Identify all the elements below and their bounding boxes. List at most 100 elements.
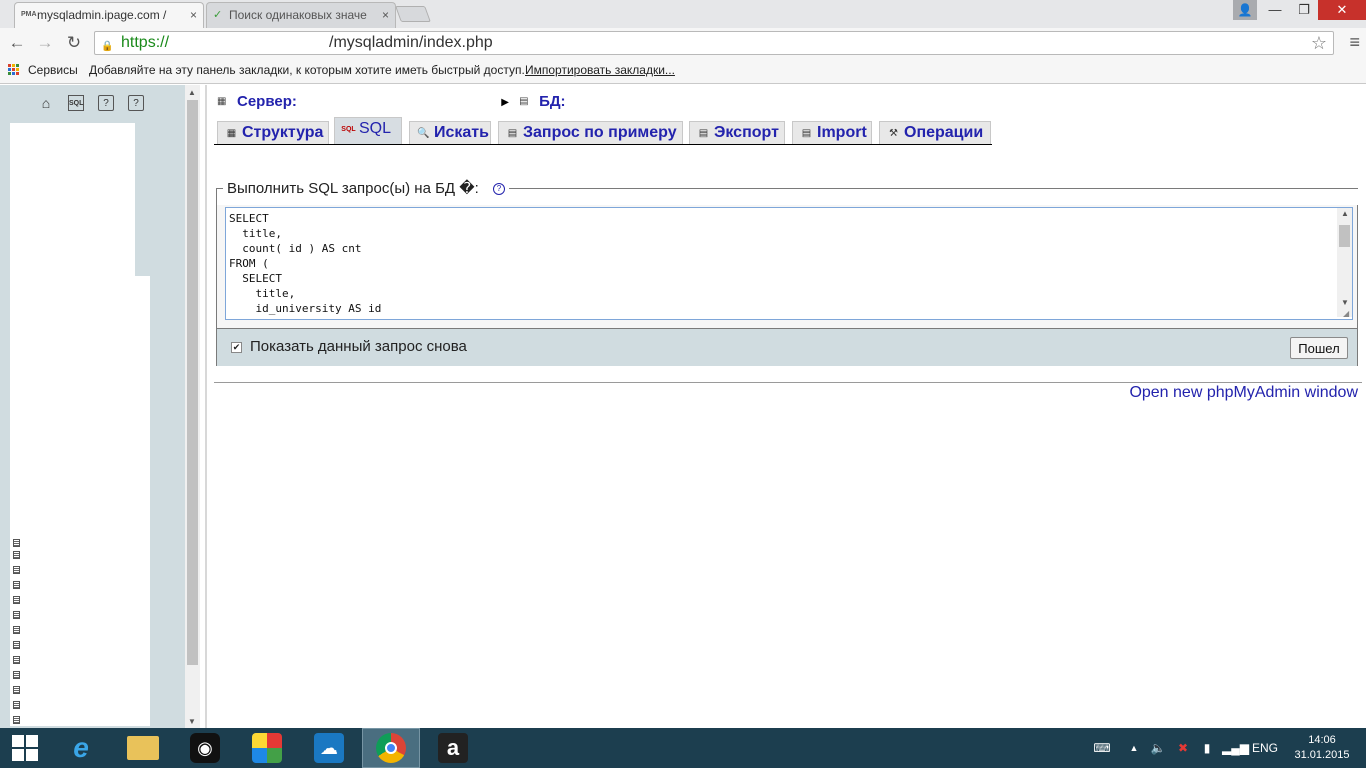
- scroll-down-icon[interactable]: ▼: [188, 717, 196, 726]
- apps-grid-icon[interactable]: [8, 64, 20, 76]
- keyboard-icon[interactable]: ⌨: [1086, 728, 1118, 768]
- taskbar-puzzle-app[interactable]: [240, 728, 294, 768]
- legend-text: Выполнить SQL запрос(ы) на БД �:: [227, 180, 479, 197]
- browser-tab-title: Поиск одинаковых значе: [229, 8, 367, 22]
- table-icon[interactable]: [13, 671, 20, 679]
- database-label[interactable]: БД:: [539, 93, 565, 110]
- bookmark-star-icon[interactable]: ☆: [1311, 32, 1327, 54]
- url-path: /mysqladmin/index.php: [329, 34, 493, 51]
- forward-arrow-icon[interactable]: →: [34, 32, 56, 54]
- textarea-scrollbar[interactable]: ▲ ▼: [1337, 208, 1352, 317]
- show-query-again-checkbox[interactable]: ✔: [231, 342, 242, 353]
- tab-import[interactable]: ▤ Import: [792, 121, 872, 144]
- lock-icon: 🔒: [101, 41, 114, 52]
- sql-icon: SQL: [341, 126, 356, 133]
- signal-icon[interactable]: ▂▄▆: [1222, 728, 1249, 768]
- tab-label: Import: [817, 124, 867, 141]
- tab-label: Искать: [434, 124, 489, 141]
- query-icon: ▤: [507, 128, 518, 139]
- browser-tab-phpmyadmin[interactable]: PMA mysqladmin.ipage.com / ×: [14, 2, 204, 28]
- volume-icon[interactable]: 🔈: [1150, 728, 1166, 768]
- scrollbar-thumb[interactable]: [187, 100, 198, 665]
- close-tab-icon[interactable]: ×: [382, 3, 389, 27]
- pma-tab-bar: ▦ Структура SQL SQL 🔍 Искать ▤ Запрос по при…: [214, 117, 992, 145]
- tab-operations[interactable]: ⚒ Операции: [879, 121, 991, 144]
- menu-icon[interactable]: ≡: [1349, 32, 1360, 53]
- webcam-icon: ◉: [190, 733, 220, 763]
- taskbar-internet-explorer[interactable]: e: [54, 728, 108, 768]
- table-icon[interactable]: [13, 611, 20, 619]
- redacted-database-name: [570, 96, 690, 108]
- show-query-again-label: Показать данный запрос снова: [250, 338, 467, 355]
- url-scheme: https://: [121, 34, 170, 51]
- apps-bookmark[interactable]: Сервисы: [28, 58, 78, 82]
- breadcrumb: ▦ Сервер: ▶ ▤ БД:: [217, 93, 690, 110]
- redacted-server-name: [301, 96, 491, 108]
- sql-query-textarea[interactable]: SELECT title, count( id ) AS cnt FROM ( …: [225, 207, 1353, 320]
- maximize-button[interactable]: ❐: [1290, 0, 1318, 20]
- tab-query-by-example[interactable]: ▤ Запрос по примеру: [498, 121, 683, 144]
- help-icon[interactable]: ?: [492, 183, 505, 196]
- phpmyadmin-favicon-icon: PMA: [21, 11, 37, 18]
- new-tab-button[interactable]: [395, 6, 431, 22]
- go-button[interactable]: Пошел: [1290, 337, 1348, 359]
- table-icon[interactable]: [13, 539, 20, 547]
- start-button[interactable]: [0, 728, 50, 768]
- table-icon[interactable]: [13, 701, 20, 709]
- address-bar[interactable]: 🔒 https:// /mysqladmin/index.php ☆: [94, 31, 1334, 55]
- left-navigation-frame: ⌂ SQL ? ? ▲ ▼: [0, 85, 200, 728]
- reload-icon[interactable]: ↻: [63, 32, 85, 54]
- scroll-down-icon[interactable]: ▼: [1341, 298, 1349, 307]
- minimize-button[interactable]: —: [1261, 0, 1289, 20]
- taskbar-amazon[interactable]: a: [426, 728, 480, 768]
- taskbar-webcam-app[interactable]: ◉: [178, 728, 232, 768]
- table-icon[interactable]: [13, 716, 20, 724]
- tab-sql[interactable]: SQL SQL: [334, 117, 402, 144]
- open-new-window-link[interactable]: Open new phpMyAdmin window: [1129, 384, 1358, 402]
- taskbar-file-explorer[interactable]: [116, 728, 170, 768]
- import-icon: ▤: [801, 128, 812, 139]
- table-icon[interactable]: [13, 551, 20, 559]
- taskbar-onedrive[interactable]: ☁: [302, 728, 356, 768]
- network-error-icon[interactable]: ✖: [1174, 728, 1192, 768]
- browser-tab-search-duplicates[interactable]: ✓ Поиск одинаковых значе ×: [206, 2, 396, 28]
- system-clock[interactable]: 14:06 31.01.2015: [1282, 728, 1362, 768]
- redacted-host: [169, 35, 330, 50]
- table-icon[interactable]: [13, 626, 20, 634]
- table-icon[interactable]: [13, 656, 20, 664]
- left-frame-scrollbar[interactable]: ▲ ▼: [185, 85, 200, 728]
- close-window-button[interactable]: ✕: [1318, 0, 1366, 20]
- scroll-up-icon[interactable]: ▲: [1341, 209, 1349, 218]
- resize-grip-icon[interactable]: ◢: [1343, 309, 1349, 318]
- show-hidden-icons-icon[interactable]: ▲: [1126, 728, 1142, 768]
- table-list-panel: [10, 276, 150, 726]
- tab-export[interactable]: ▤ Экспорт: [689, 121, 785, 144]
- documentation-icon[interactable]: ?: [98, 95, 114, 111]
- import-bookmarks-link[interactable]: Импортировать закладки...: [525, 58, 675, 82]
- taskbar-chrome[interactable]: [362, 728, 420, 768]
- database-icon: ▤: [519, 96, 529, 108]
- tab-label: Запрос по примеру: [523, 124, 677, 141]
- table-icon[interactable]: [13, 641, 20, 649]
- battery-icon[interactable]: ▮: [1198, 728, 1216, 768]
- export-icon: ▤: [698, 128, 709, 139]
- browser-toolbar: ← → ↻ 🔒 https:///mysqladmin/index.php ☆ …: [0, 28, 1366, 58]
- table-icon[interactable]: [13, 566, 20, 574]
- close-tab-icon[interactable]: ×: [190, 3, 197, 27]
- scrollbar-thumb[interactable]: [1339, 225, 1350, 247]
- tab-search[interactable]: 🔍 Искать: [409, 121, 491, 144]
- scroll-up-icon[interactable]: ▲: [188, 88, 196, 97]
- table-icon[interactable]: [13, 596, 20, 604]
- sql-query-window-icon[interactable]: SQL: [68, 95, 84, 111]
- bookmarks-hint: Добавляйте на эту панель закладки, к кот…: [89, 63, 525, 77]
- language-indicator[interactable]: ENG: [1248, 728, 1282, 768]
- home-icon[interactable]: ⌂: [38, 95, 54, 111]
- table-icon[interactable]: [13, 686, 20, 694]
- tab-structure[interactable]: ▦ Структура: [217, 121, 329, 144]
- help-icon[interactable]: ?: [128, 95, 144, 111]
- server-label[interactable]: Сервер:: [237, 93, 297, 110]
- server-icon: ▦: [217, 96, 227, 108]
- table-icon[interactable]: [13, 581, 20, 589]
- user-profile-icon[interactable]: 👤: [1233, 0, 1257, 20]
- back-arrow-icon[interactable]: ←: [6, 32, 28, 54]
